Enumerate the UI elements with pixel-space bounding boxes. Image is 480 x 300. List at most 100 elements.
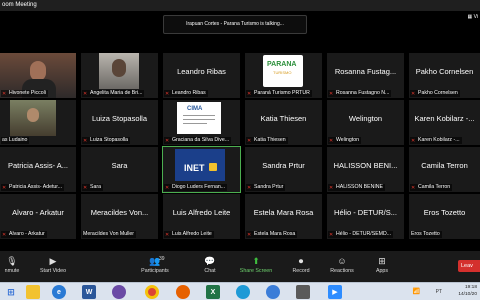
unmute-button[interactable]: 🎙 nmute — [0, 254, 32, 280]
participant-name-label: ✕ Sandra Prtur — [246, 184, 286, 191]
reactions-button[interactable]: ☺ Reactions — [322, 254, 362, 280]
share-screen-icon: ⬆ — [252, 256, 260, 266]
participant-name-label: ✕ Paraná Turismo PRTUR — [246, 90, 312, 97]
participant-name-center: Luiza Stopasolla — [91, 113, 148, 123]
clock[interactable]: 19:18 14/10/20 — [458, 284, 477, 298]
muted-mic-icon: ✕ — [247, 184, 252, 191]
video-off-icon: ▶ — [49, 256, 57, 266]
participant-tile[interactable]: Camila Terron ✕ Camila Terron — [409, 147, 480, 192]
inet-logo: INET — [175, 149, 225, 181]
participant-name-label: ✕ Karen Kobilarz -... — [410, 137, 462, 144]
view-button[interactable]: ▦ Vi — [468, 14, 478, 20]
participant-name-label: ✕ Katia Thiesen — [246, 137, 288, 144]
participant-name-label: ✕ Luiza Stopasolla — [82, 137, 131, 144]
muted-mic-icon: ✕ — [165, 137, 170, 144]
start-video-button[interactable]: ▶ Start Video — [33, 254, 73, 280]
muted-mic-icon: ✕ — [165, 90, 170, 97]
participant-tile[interactable]: ✕ Hivonete Piccoli — [0, 53, 76, 98]
chrome-icon[interactable] — [145, 285, 159, 299]
language-indicator[interactable]: PT — [436, 289, 442, 295]
unmute-label: nmute — [4, 268, 20, 274]
participant-name-center: Hélio - DETUR/S... — [334, 207, 397, 217]
participant-tile[interactable]: Katia Thiesen ✕ Katia Thiesen — [245, 100, 322, 145]
participant-tile[interactable]: Luis Alfredo Leite ✕ Luis Alfredo Leite — [163, 194, 240, 239]
participant-tile[interactable]: Estela Mara Rosa ✕ Estela Mara Rosa — [245, 194, 322, 239]
share-screen-button[interactable]: ⬆ Share Screen — [236, 254, 276, 280]
parana-turismo-logo: PARANA TURISMO — [263, 55, 303, 87]
word-icon[interactable]: W — [82, 285, 96, 299]
participant-tile[interactable]: INET ✕ Diogo Luders Fernan... — [162, 146, 241, 193]
participant-name-label: ✕ Rosanna Fustagno N... — [328, 90, 392, 97]
participant-tile[interactable]: Sandra Prtur ✕ Sandra Prtur — [245, 147, 322, 192]
participant-name-label: ✕ Pakho Cornelsen — [410, 90, 460, 97]
participants-icon: 👥 — [149, 256, 161, 266]
participant-name-center: Welington — [348, 113, 383, 123]
windows-start-icon[interactable]: ⊞ — [4, 285, 18, 299]
muted-mic-icon: ✕ — [329, 184, 334, 191]
start-video-label: Start Video — [39, 268, 67, 274]
network-icon[interactable]: 📶 — [413, 288, 420, 295]
participant-name-center: Luis Alfredo Leite — [172, 207, 231, 217]
record-icon: ⏺ — [298, 256, 304, 266]
clock-date: 14/10/20 — [458, 292, 477, 297]
record-button[interactable]: ⏺ Record — [281, 254, 321, 280]
participant-name-label: ✕ Estela Mara Rosa — [246, 231, 298, 238]
edge-new-icon[interactable] — [236, 285, 250, 299]
apps-icon: ⊞ — [378, 256, 386, 266]
muted-mic-icon: ✕ — [247, 137, 252, 144]
file-explorer-icon[interactable] — [26, 285, 40, 299]
participant-name-center: Karen Kobilarz -... — [414, 113, 475, 123]
zoom-icon[interactable]: ▶ — [328, 285, 342, 299]
muted-mic-icon: ✕ — [247, 231, 252, 238]
participant-name-label: ✕ Luis Alfredo Leite — [164, 231, 214, 238]
participant-name-label: ✕ Sara — [82, 184, 103, 191]
participant-name-label: ✕ Camila Terron — [410, 184, 453, 191]
participant-tile[interactable]: Patricia Assis- A... ✕ Patricia Assis- Ad… — [0, 147, 76, 192]
participant-tile[interactable]: Welington ✕ Welington — [327, 100, 404, 145]
chat-button[interactable]: 💬 Chat — [190, 254, 230, 280]
participant-tile[interactable]: HALISSON BENI... ✕ HALISSON BENINE — [327, 147, 404, 192]
video-feed — [99, 53, 139, 89]
app-icon[interactable] — [112, 285, 126, 299]
participant-tile[interactable]: as Ludaino — [0, 100, 76, 145]
participant-tile[interactable]: Luiza Stopasolla ✕ Luiza Stopasolla — [81, 100, 158, 145]
app-generic-icon[interactable] — [296, 285, 310, 299]
participant-name-center: Sara — [111, 160, 128, 170]
leave-button[interactable]: Leav — [458, 260, 480, 272]
window-title: oom Meeting — [2, 2, 37, 8]
participant-name-label: ✕ Patricia Assis- Adetur... — [1, 184, 65, 191]
participant-tile[interactable]: Pakho Cornelsen ✕ Pakho Cornelsen — [409, 53, 480, 98]
participant-tile[interactable]: Sara ✕ Sara — [81, 147, 158, 192]
participant-name-center: Pakho Cornelsen — [415, 66, 474, 76]
participant-tile[interactable]: PARANA TURISMO ✕ Paraná Turismo PRTUR — [245, 53, 322, 98]
edge-icon[interactable]: e — [52, 285, 66, 299]
participant-tile[interactable]: Rosanna Fustag... ✕ Rosanna Fustagno N... — [327, 53, 404, 98]
apps-button[interactable]: ⊞ Apps — [362, 254, 402, 280]
participant-tile[interactable]: Leandro Ribas ✕ Leandro Ribas — [163, 53, 240, 98]
participant-tile[interactable]: Meracildes Von... Meracildes Von Muller — [81, 194, 158, 239]
firefox-icon[interactable] — [176, 285, 190, 299]
browser-icon[interactable] — [266, 285, 280, 299]
view-label: Vi — [473, 14, 478, 20]
participant-tile[interactable]: CIMA ✕ Graciana da Silva Dive... — [163, 100, 240, 145]
muted-mic-icon: ✕ — [247, 90, 252, 97]
muted-mic-icon: ✕ — [411, 90, 416, 97]
participant-name-center: Eros Tozetto — [423, 207, 466, 217]
participant-tile[interactable]: Eros Tozetto Eros Tozetto — [409, 194, 480, 239]
participant-name-center: Katia Thiesen — [260, 113, 307, 123]
participant-tile[interactable]: Hélio - DETUR/S... ✕ Hélio - DETUR/SEMD..… — [327, 194, 404, 239]
chat-label: Chat — [204, 268, 216, 274]
participant-tile[interactable]: Karen Kobilarz -... ✕ Karen Kobilarz -... — [409, 100, 480, 145]
muted-mic-icon: ✕ — [165, 184, 170, 191]
participant-name-center: Rosanna Fustag... — [334, 66, 397, 76]
excel-icon[interactable]: X — [206, 285, 220, 299]
participant-tile[interactable]: Alvaro - Arkatur ✕ Alvaro - Arkatur — [0, 194, 76, 239]
clock-time: 19:18 — [464, 285, 477, 290]
muted-mic-icon: ✕ — [83, 90, 88, 97]
participants-count: 39 — [159, 256, 165, 262]
participant-name-label: as Ludaino — [1, 137, 30, 144]
participants-button[interactable]: 👥 39 Participants — [135, 254, 175, 280]
participant-name-label: ✕ Diogo Luders Fernan... — [164, 184, 228, 191]
muted-mic-icon: ✕ — [329, 90, 334, 97]
participant-tile[interactable]: ✕ Angelita Maria de Bri... — [81, 53, 158, 98]
